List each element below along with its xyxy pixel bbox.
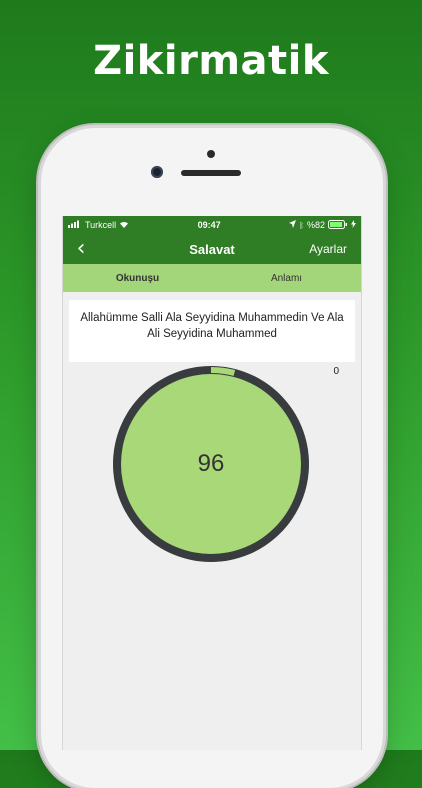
- signal-icon: [68, 220, 82, 230]
- phone-sensor: [207, 150, 215, 158]
- front-camera: [151, 166, 163, 178]
- verse-text: Allahümme Salli Ala Seyyidina Muhammedin…: [69, 300, 355, 362]
- carrier-name: Turkcell: [85, 220, 117, 230]
- location-icon: [289, 220, 297, 230]
- battery-icon: [328, 219, 348, 231]
- tap-counter-button[interactable]: 96: [121, 374, 301, 554]
- segmented-tabs: Okunuşu Anlamı: [63, 264, 361, 292]
- settings-button[interactable]: Ayarlar: [309, 242, 347, 256]
- charging-icon: [351, 220, 356, 230]
- wifi-icon: [119, 220, 129, 230]
- count-value: 96: [197, 450, 225, 477]
- app-screen: Turkcell 09:47 ᛒ %82 ‹ Salavat Ayarlar O…: [62, 216, 362, 750]
- promo-title: Zikirmatik: [93, 38, 329, 84]
- bluetooth-icon: ᛒ: [299, 220, 304, 230]
- tab-okunusu[interactable]: Okunuşu: [63, 264, 212, 292]
- battery-percent: %82: [306, 220, 325, 230]
- status-bar: Turkcell 09:47 ᛒ %82: [63, 216, 361, 234]
- tab-anlami[interactable]: Anlamı: [212, 264, 361, 292]
- status-time: 09:47: [197, 220, 221, 230]
- total-counter: 0: [333, 366, 339, 377]
- chevron-left-icon: ‹: [76, 236, 86, 261]
- nav-bar: ‹ Salavat Ayarlar: [63, 234, 361, 264]
- page-title: Salavat: [189, 241, 235, 257]
- counter-dial[interactable]: 96: [113, 366, 309, 562]
- earpiece-speaker: [181, 170, 241, 176]
- back-button[interactable]: ‹: [69, 237, 93, 261]
